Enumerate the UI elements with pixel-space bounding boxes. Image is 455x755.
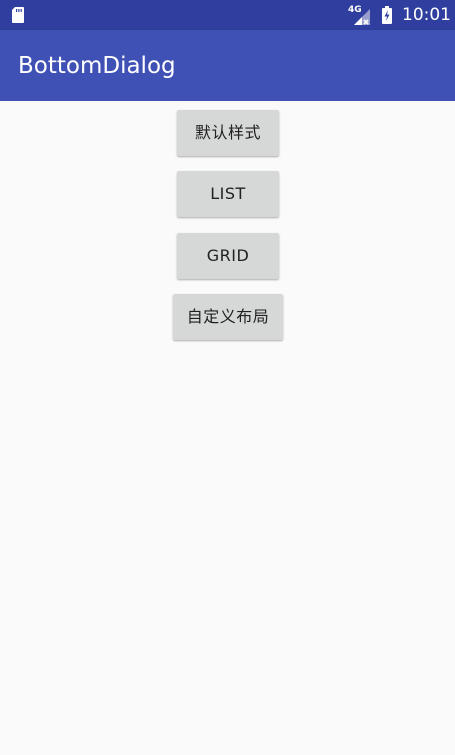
default-style-button[interactable]: 默认样式: [177, 110, 279, 156]
battery-charging-icon: [382, 6, 392, 24]
signal-indicator: 4G: [348, 5, 372, 25]
app-bar: BottomDialog: [0, 30, 455, 101]
status-bar: 4G 10:01: [0, 0, 455, 30]
network-type-label: 4G: [348, 5, 362, 15]
list-button[interactable]: LIST: [177, 171, 279, 217]
sd-card-icon: [12, 7, 24, 23]
status-time: 10:01: [402, 5, 451, 25]
custom-layout-button[interactable]: 自定义布局: [173, 294, 283, 340]
grid-button[interactable]: GRID: [177, 233, 279, 279]
main-content: 默认样式 LIST GRID 自定义布局: [0, 101, 455, 755]
app-title: BottomDialog: [18, 53, 176, 79]
